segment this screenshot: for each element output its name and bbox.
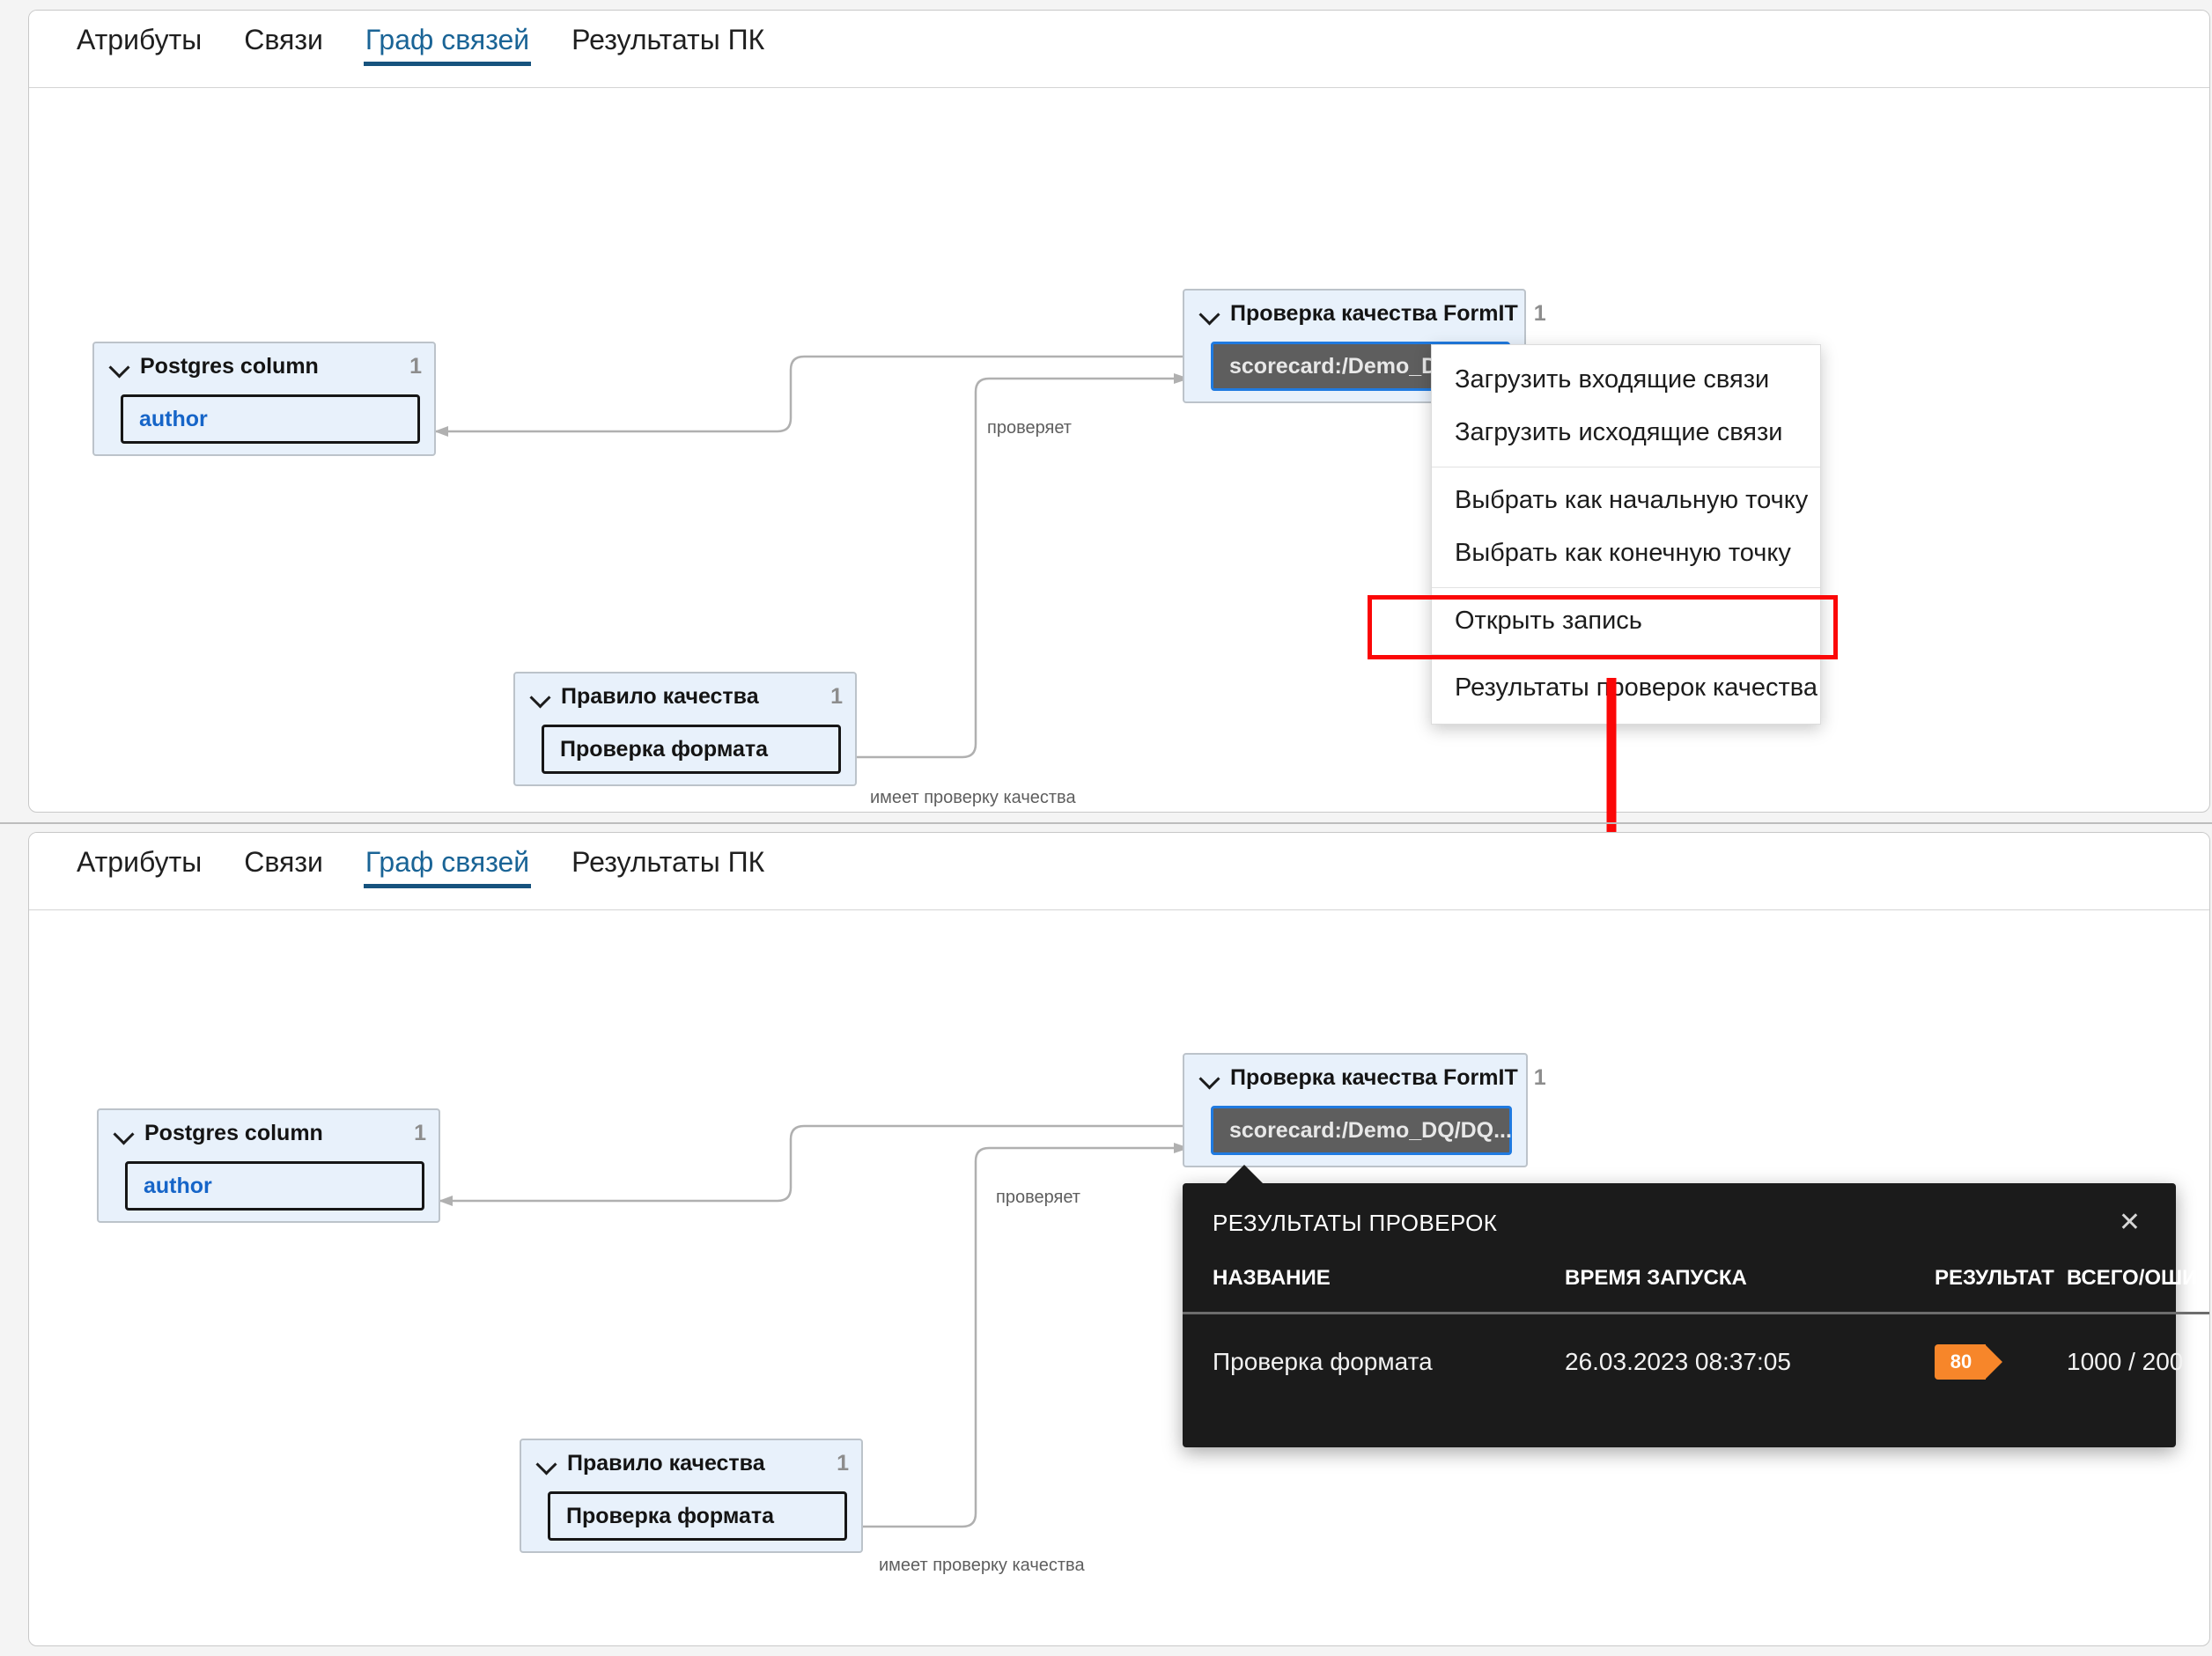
context-menu[interactable]: Загрузить входящие связи Загрузить исход… <box>1431 344 1821 725</box>
node-count: 1 <box>837 1450 849 1476</box>
node-title: Проверка качества FormIT <box>1230 300 1518 326</box>
node-item-format-check[interactable]: Проверка формата <box>542 725 841 774</box>
node-title: Postgres column <box>140 353 319 379</box>
node-item-author[interactable]: author <box>125 1161 424 1211</box>
node-count: 1 <box>1533 1064 1546 1090</box>
node-item-scorecard[interactable]: scorecard:/Demo_DQ/DQ... <box>1211 1106 1512 1155</box>
cell-check-name: Проверка формата <box>1213 1348 1433 1375</box>
status-badge: 80 <box>1935 1344 2002 1380</box>
edge-label-checks: проверяет <box>987 418 1072 438</box>
table-header-row: НАЗВАНИЕ ВРЕМЯ ЗАПУСКА РЕЗУЛЬТАТ ВСЕГО/О… <box>1183 1247 2209 1314</box>
node-item-author[interactable]: author <box>121 394 420 444</box>
tab-rezultaty-pk[interactable]: Результаты ПК <box>570 848 766 895</box>
node-header: Правило качества 1 <box>521 1440 861 1486</box>
node-header: Postgres column 1 <box>99 1110 439 1156</box>
tab-rezultaty-pk[interactable]: Результаты ПК <box>570 26 766 73</box>
chevron-down-icon[interactable] <box>1198 1066 1221 1089</box>
chevron-down-icon[interactable] <box>108 355 131 378</box>
tab-atributy[interactable]: Атрибуты <box>75 848 203 895</box>
table-row[interactable]: Проверка формата 26.03.2023 08:37:05 80 … <box>1183 1314 2209 1380</box>
node-title: Правило качества <box>567 1450 765 1476</box>
menu-item-open-record[interactable]: Открыть запись <box>1432 595 1820 648</box>
popup-title: РЕЗУЛЬТАТЫ ПРОВЕРОК <box>1213 1209 1498 1236</box>
node-count: 1 <box>1533 300 1546 326</box>
panel-divider <box>0 822 2212 824</box>
menu-item-set-end-point[interactable]: Выбрать как конечную точку <box>1432 527 1820 580</box>
screenshot-root: Атрибуты Связи Граф связей Результаты ПК… <box>0 0 2212 1656</box>
node-quality-rule[interactable]: Правило качества 1 Проверка формата <box>520 1439 863 1553</box>
cell-start-time: 26.03.2023 08:37:05 <box>1565 1348 1791 1375</box>
tab-graf-svyazey[interactable]: Граф связей <box>363 848 532 895</box>
node-count: 1 <box>414 1120 426 1145</box>
column-header-result: РЕЗУЛЬТАТ <box>1935 1247 2067 1314</box>
column-header-start-time: ВРЕМЯ ЗАПУСКА <box>1565 1247 1935 1314</box>
node-title: Правило качества <box>561 683 759 709</box>
menu-separator <box>1432 654 1820 656</box>
column-header-total-errors: ВСЕГО/ОШИБОК <box>2067 1247 2209 1314</box>
tab-atributy[interactable]: Атрибуты <box>75 26 203 73</box>
results-table: НАЗВАНИЕ ВРЕМЯ ЗАПУСКА РЕЗУЛЬТАТ ВСЕГО/О… <box>1183 1247 2209 1380</box>
graph-panel-bottom: Атрибуты Связи Граф связей Результаты ПК… <box>28 832 2210 1646</box>
chevron-down-icon[interactable] <box>1198 302 1221 325</box>
graph-canvas-top[interactable]: Postgres column 1 author Проверка качест… <box>29 88 2209 812</box>
node-header: Postgres column 1 <box>94 343 434 389</box>
menu-separator <box>1432 586 1820 588</box>
edge-label-has-quality-check: имеет проверку качества <box>870 788 1076 807</box>
popup-header: РЕЗУЛЬТАТЫ ПРОВЕРОК ✕ <box>1183 1183 2176 1247</box>
cell-result: 80 <box>1935 1314 2067 1380</box>
tab-svyazi[interactable]: Связи <box>242 26 325 73</box>
menu-item-set-start-point[interactable]: Выбрать как начальную точку <box>1432 475 1820 527</box>
popup-tail <box>1225 1165 1264 1184</box>
node-postgres-column[interactable]: Postgres column 1 author <box>97 1108 440 1223</box>
menu-item-quality-check-results[interactable]: Результаты проверок качества <box>1432 662 1820 715</box>
node-header: Правило качества 1 <box>515 673 855 719</box>
node-quality-rule[interactable]: Правило качества 1 Проверка формата <box>513 672 857 786</box>
node-count: 1 <box>409 353 422 379</box>
menu-item-load-outgoing[interactable]: Загрузить исходящие связи <box>1432 407 1820 460</box>
node-header: Проверка качества FormIT 1 <box>1184 1055 1546 1100</box>
menu-item-load-incoming[interactable]: Загрузить входящие связи <box>1432 354 1820 407</box>
edge-label-checks: проверяет <box>996 1188 1080 1207</box>
tabbar-top: Атрибуты Связи Граф связей Результаты ПК <box>29 11 2209 88</box>
node-title: Postgres column <box>144 1120 323 1145</box>
node-title: Проверка качества FormIT <box>1230 1064 1518 1090</box>
node-count: 1 <box>830 683 843 709</box>
tabbar-bottom: Атрибуты Связи Граф связей Результаты ПК <box>29 833 2209 910</box>
chevron-down-icon[interactable] <box>113 1122 136 1144</box>
node-quality-check[interactable]: Проверка качества FormIT 1 scorecard:/De… <box>1183 1053 1546 1167</box>
graph-canvas-bottom[interactable]: Postgres column 1 author Проверка качест… <box>29 910 2209 1645</box>
node-item-format-check[interactable]: Проверка формата <box>548 1491 847 1541</box>
chevron-down-icon[interactable] <box>529 685 552 708</box>
column-header-name: НАЗВАНИЕ <box>1183 1247 1565 1314</box>
tab-svyazi[interactable]: Связи <box>242 848 325 895</box>
node-postgres-column[interactable]: Postgres column 1 author <box>92 342 436 456</box>
chevron-down-icon[interactable] <box>535 1452 558 1475</box>
node-header: Проверка качества FormIT 1 <box>1184 291 1546 336</box>
edge-label-has-quality-check: имеет проверку качества <box>879 1556 1085 1575</box>
close-icon[interactable]: ✕ <box>2113 1206 2146 1240</box>
graph-panel-top: Атрибуты Связи Граф связей Результаты ПК… <box>28 10 2210 813</box>
cell-total-errors: 1000 / 200 <box>2067 1348 2184 1375</box>
tab-graf-svyazey[interactable]: Граф связей <box>363 26 532 73</box>
check-results-popup[interactable]: РЕЗУЛЬТАТЫ ПРОВЕРОК ✕ НАЗВАНИЕ ВРЕМЯ ЗАП… <box>1183 1165 2209 1447</box>
